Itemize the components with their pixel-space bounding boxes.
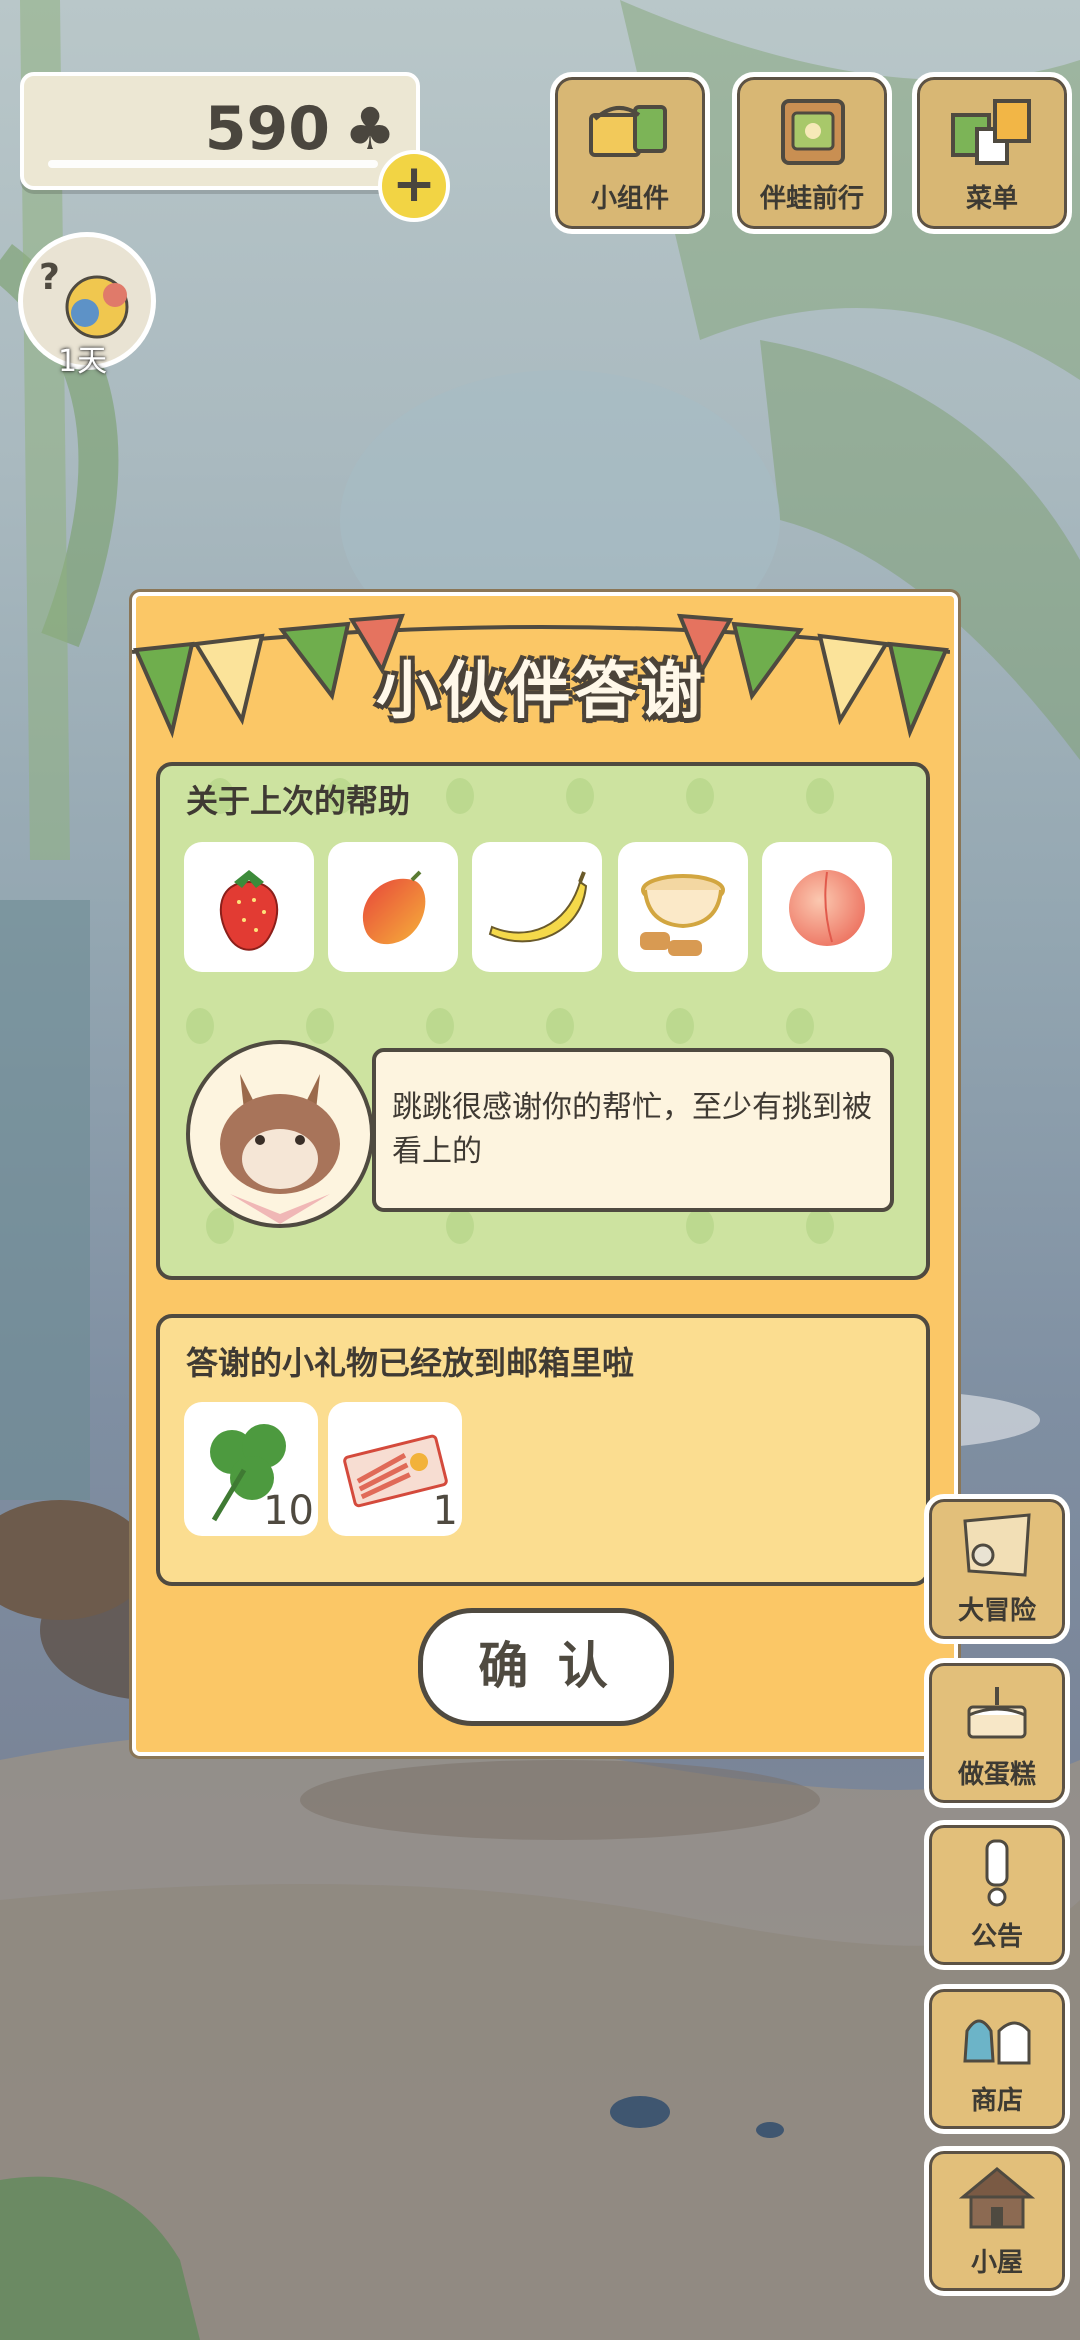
exclamation-icon (985, 1839, 1009, 1907)
menu-button[interactable]: 菜单 (912, 72, 1072, 234)
confirm-button[interactable]: 确 认 (418, 1608, 674, 1726)
clover-icon: ♣ (344, 95, 396, 163)
question-mark: ? (39, 257, 60, 298)
gift-card-ticket: 1 (328, 1402, 462, 1536)
menu-label: 菜单 (965, 184, 1018, 214)
house-label: 小屋 (970, 2248, 1023, 2278)
counter-underline (48, 160, 378, 168)
clover-counter: 590 ♣ (20, 72, 420, 190)
item-card-banana (472, 842, 602, 972)
widget-icon (589, 105, 667, 157)
day-label: 1天 (58, 344, 108, 379)
shop-label: 商店 (970, 2086, 1023, 2116)
widget-button[interactable]: 小组件 (550, 72, 710, 234)
banana-icon (488, 871, 588, 943)
item-card-strawberry (184, 842, 314, 972)
gift-card-clover: 10 (184, 1402, 318, 1536)
tea-and-snacks-icon (640, 874, 725, 956)
mango-icon (362, 870, 426, 945)
gift-count: 10 (263, 1488, 314, 1534)
adventure-button[interactable]: 大冒险 (924, 1494, 1070, 1644)
map-icon (963, 1513, 1031, 1577)
help-heading: 关于上次的帮助 (186, 782, 411, 820)
cake-label: 做蛋糕 (957, 1760, 1036, 1790)
bags-icon (963, 2019, 1031, 2065)
house-icon (959, 2167, 1035, 2229)
gift-count: 1 (432, 1488, 458, 1534)
frog-journey-button[interactable]: 伴蛙前行 (732, 72, 892, 234)
item-card-mango (328, 842, 458, 972)
shop-button[interactable]: 商店 (924, 1984, 1070, 2134)
adventure-label: 大冒险 (957, 1596, 1036, 1626)
cake-icon (967, 1687, 1027, 1739)
item-card-peach (762, 842, 892, 972)
notice-button[interactable]: 公告 (924, 1820, 1070, 1970)
house-button[interactable]: 小屋 (924, 2146, 1070, 2296)
menu-icon (951, 99, 1031, 165)
squirrel-portrait (186, 1040, 374, 1228)
notice-label: 公告 (970, 1922, 1023, 1952)
squirrel-icon (220, 1074, 340, 1224)
frog-journey-icon (781, 99, 845, 165)
add-clover-button[interactable]: + (378, 150, 450, 222)
dialog-title: 小伙伴答谢 (375, 654, 706, 727)
widget-label: 小组件 (590, 184, 669, 214)
speech-text: 跳跳很感谢你的帮忙，至少有挑到被看上的 (392, 1090, 872, 1169)
peach-icon (789, 870, 865, 946)
strawberry-icon (219, 870, 279, 951)
gift-heading: 答谢的小礼物已经放到邮箱里啦 (186, 1344, 635, 1382)
clover-count: 590 (204, 94, 330, 164)
item-card-tea (618, 842, 748, 972)
cake-button[interactable]: 做蛋糕 (924, 1658, 1070, 1808)
frog-journey-label: 伴蛙前行 (759, 184, 864, 214)
